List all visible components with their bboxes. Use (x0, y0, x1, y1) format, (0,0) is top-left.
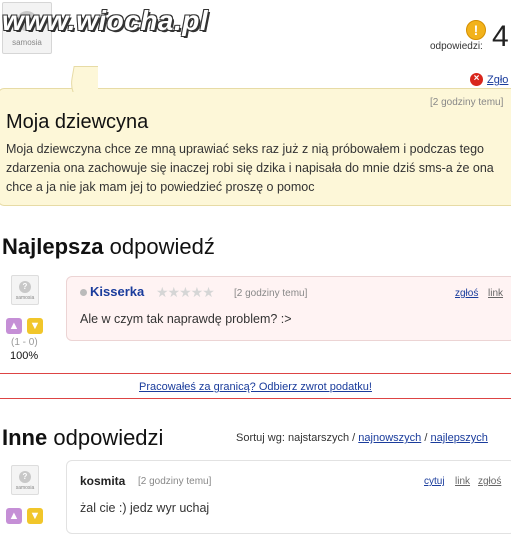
report-icon[interactable]: × (470, 73, 483, 86)
best-answer-permalink[interactable]: link (488, 288, 503, 299)
question-mark-icon: ! (466, 20, 486, 40)
ad-link[interactable]: Pracowałeś za granicą? Odbierz zwrot pod… (0, 381, 511, 393)
rating-stars-icon: ★★★★★ (156, 284, 215, 300)
question-time: [2 godziny temu] (430, 97, 504, 108)
question-title: Moja dziewcyna (6, 111, 149, 133)
other-answers-heading-bold: Inne (2, 425, 48, 450)
best-answer-time: [2 godziny temu] (234, 288, 308, 299)
avatar-caption: samosia (12, 38, 42, 47)
avatar-placeholder-icon: ? (19, 471, 31, 483)
speech-bubble-tail (68, 64, 98, 92)
sort-best-link[interactable]: najlepszych (430, 432, 487, 444)
avatar-placeholder-icon: ? (19, 281, 31, 293)
reply-text: żal cie :) jedz wyr uchaj (80, 501, 210, 515)
sort-newest-link[interactable]: najnowszych (358, 432, 421, 444)
reply-time: [2 godziny temu] (138, 476, 212, 487)
reply-avatar[interactable]: ? samosia (11, 465, 39, 495)
thumbs-up-icon[interactable]: ▲ (6, 508, 22, 524)
reply-quote-link[interactable]: cytuj (424, 476, 445, 487)
avatar-caption: samosia (15, 295, 35, 301)
best-answer-percent: 100% (10, 350, 39, 362)
best-answer-report-link[interactable]: zgłoś (455, 288, 478, 299)
avatar-caption: samosia (15, 485, 35, 491)
answers-label: odpowiedzi: (430, 41, 483, 52)
thumbs-up-icon[interactable]: ▲ (6, 318, 22, 334)
question-body: Moja dziewczyna chce ze mną uprawiać sek… (6, 142, 494, 194)
thumbs-down-icon[interactable]: ▼ (27, 318, 43, 334)
best-answer-heading-rest: odpowiedź (109, 234, 215, 259)
sort-options: Sortuj wg: najstarszych / najnowszych / … (236, 432, 488, 444)
thumbs-down-icon[interactable]: ▼ (27, 508, 43, 524)
sort-label: Sortuj wg: najstarszych / (236, 432, 356, 444)
best-answer-avatar[interactable]: ? samosia (11, 275, 39, 305)
answers-count: 4 (492, 20, 509, 53)
best-answer-user[interactable]: Kisserka (90, 284, 144, 299)
site-watermark: www.wiocha.pl (2, 5, 209, 36)
sort-separator: / (424, 432, 428, 444)
best-answer-heading: Najlepsza odpowiedź (2, 234, 215, 260)
bullet-icon (80, 289, 87, 296)
reply-user[interactable]: kosmita (80, 474, 125, 488)
reply-report-link[interactable]: zgłoś (478, 476, 501, 487)
best-answer-heading-bold: Najlepsza (2, 234, 104, 259)
reply-permalink[interactable]: link (455, 476, 470, 487)
best-answer-votes: (1 - 0) (11, 337, 38, 348)
report-question-link[interactable]: Zgło (487, 74, 508, 86)
best-answer-text: Ale w czym tak naprawdę problem? :> (80, 312, 292, 326)
other-answers-heading: Inne odpowiedzi (2, 425, 163, 451)
reply-box (66, 460, 511, 534)
other-answers-heading-rest: odpowiedzi (53, 425, 164, 450)
